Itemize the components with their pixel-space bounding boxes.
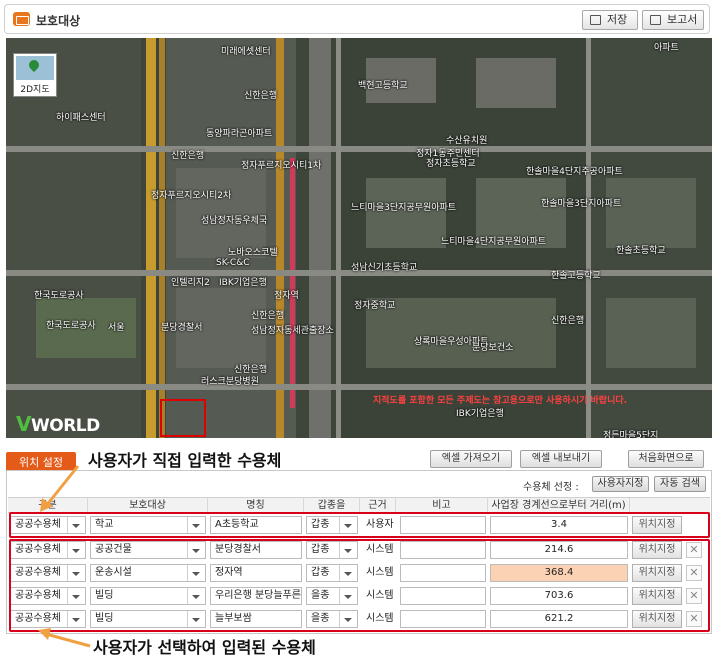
annotation-system-selected: 사용자가 선택하여 입력된 수용체 — [93, 638, 316, 657]
annotation-arrows — [38, 465, 91, 648]
